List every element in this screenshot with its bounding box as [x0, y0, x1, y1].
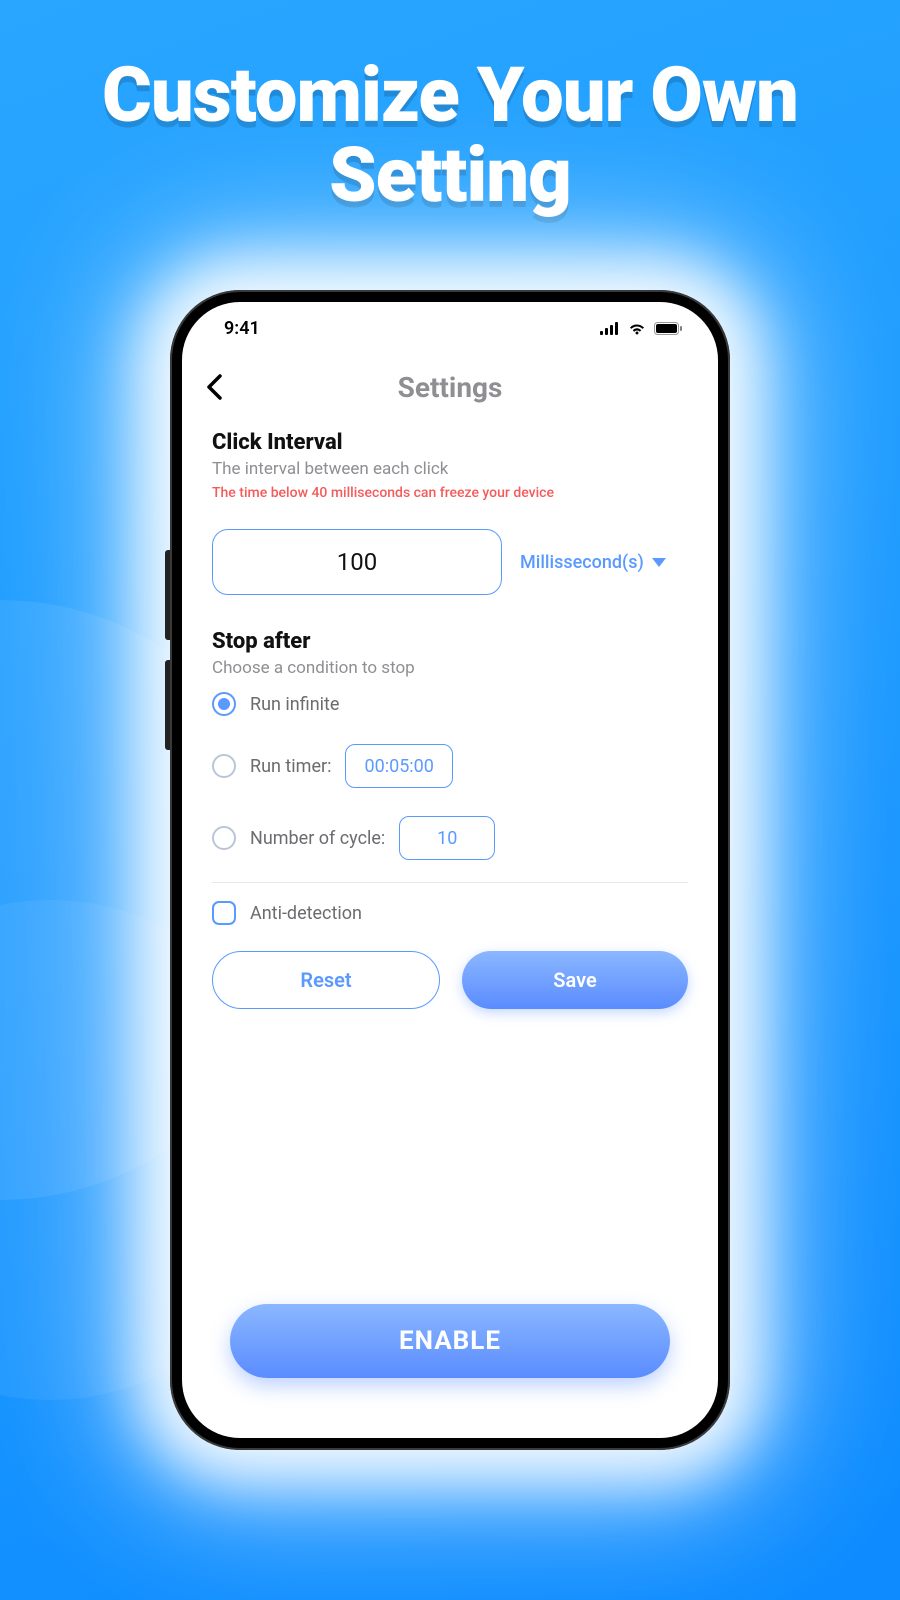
caret-down-icon: [652, 558, 666, 567]
checkbox-label: Anti-detection: [250, 903, 362, 924]
click-interval-title: Click Interval: [212, 430, 688, 455]
nav-bar: Settings: [182, 354, 718, 410]
promo-headline: Customize Your Own Setting: [0, 0, 900, 216]
status-time: 9:41: [224, 318, 260, 339]
save-button[interactable]: Save: [462, 951, 688, 1009]
cellular-icon: [600, 322, 620, 335]
divider: [212, 882, 688, 883]
timer-input[interactable]: 00:05:00: [345, 744, 452, 788]
anti-detection-toggle[interactable]: Anti-detection: [212, 887, 688, 945]
unit-select[interactable]: Millissecond(s): [520, 552, 666, 573]
stop-after-title: Stop after: [212, 629, 688, 654]
radio-icon: [212, 826, 236, 850]
battery-icon: [654, 322, 682, 335]
radio-label: Run infinite: [250, 694, 339, 715]
reset-button[interactable]: Reset: [212, 951, 440, 1009]
click-interval-subtitle: The interval between each click: [212, 459, 688, 479]
checkbox-icon: [212, 901, 236, 925]
interval-input[interactable]: 100: [212, 529, 502, 595]
phone-screen: 9:41 Settings Click Interval The interva…: [182, 302, 718, 1438]
phone-side-button: [165, 550, 170, 640]
radio-icon: [212, 692, 236, 716]
unit-label: Millissecond(s): [520, 552, 644, 573]
interval-warning: The time below 40 milliseconds can freez…: [212, 485, 688, 501]
stop-after-subtitle: Choose a condition to stop: [212, 658, 688, 678]
radio-run-timer[interactable]: Run timer: 00:05:00: [212, 730, 688, 802]
status-indicators: [600, 321, 682, 335]
radio-icon: [212, 754, 236, 778]
radio-label: Run timer:: [250, 756, 331, 777]
cycle-input[interactable]: 10: [399, 816, 495, 860]
phone-side-button: [165, 660, 170, 750]
content-area: Click Interval The interval between each…: [182, 410, 718, 1438]
page-title: Settings: [182, 371, 718, 404]
radio-number-cycle[interactable]: Number of cycle: 10: [212, 802, 688, 874]
status-bar: 9:41: [182, 302, 718, 354]
phone-frame: 9:41 Settings Click Interval The interva…: [170, 290, 730, 1450]
wifi-icon: [627, 321, 647, 335]
radio-label: Number of cycle:: [250, 828, 385, 849]
back-button[interactable]: [206, 372, 236, 402]
radio-run-infinite[interactable]: Run infinite: [212, 678, 688, 730]
chevron-left-icon: [206, 374, 222, 400]
enable-button[interactable]: ENABLE: [230, 1304, 670, 1378]
